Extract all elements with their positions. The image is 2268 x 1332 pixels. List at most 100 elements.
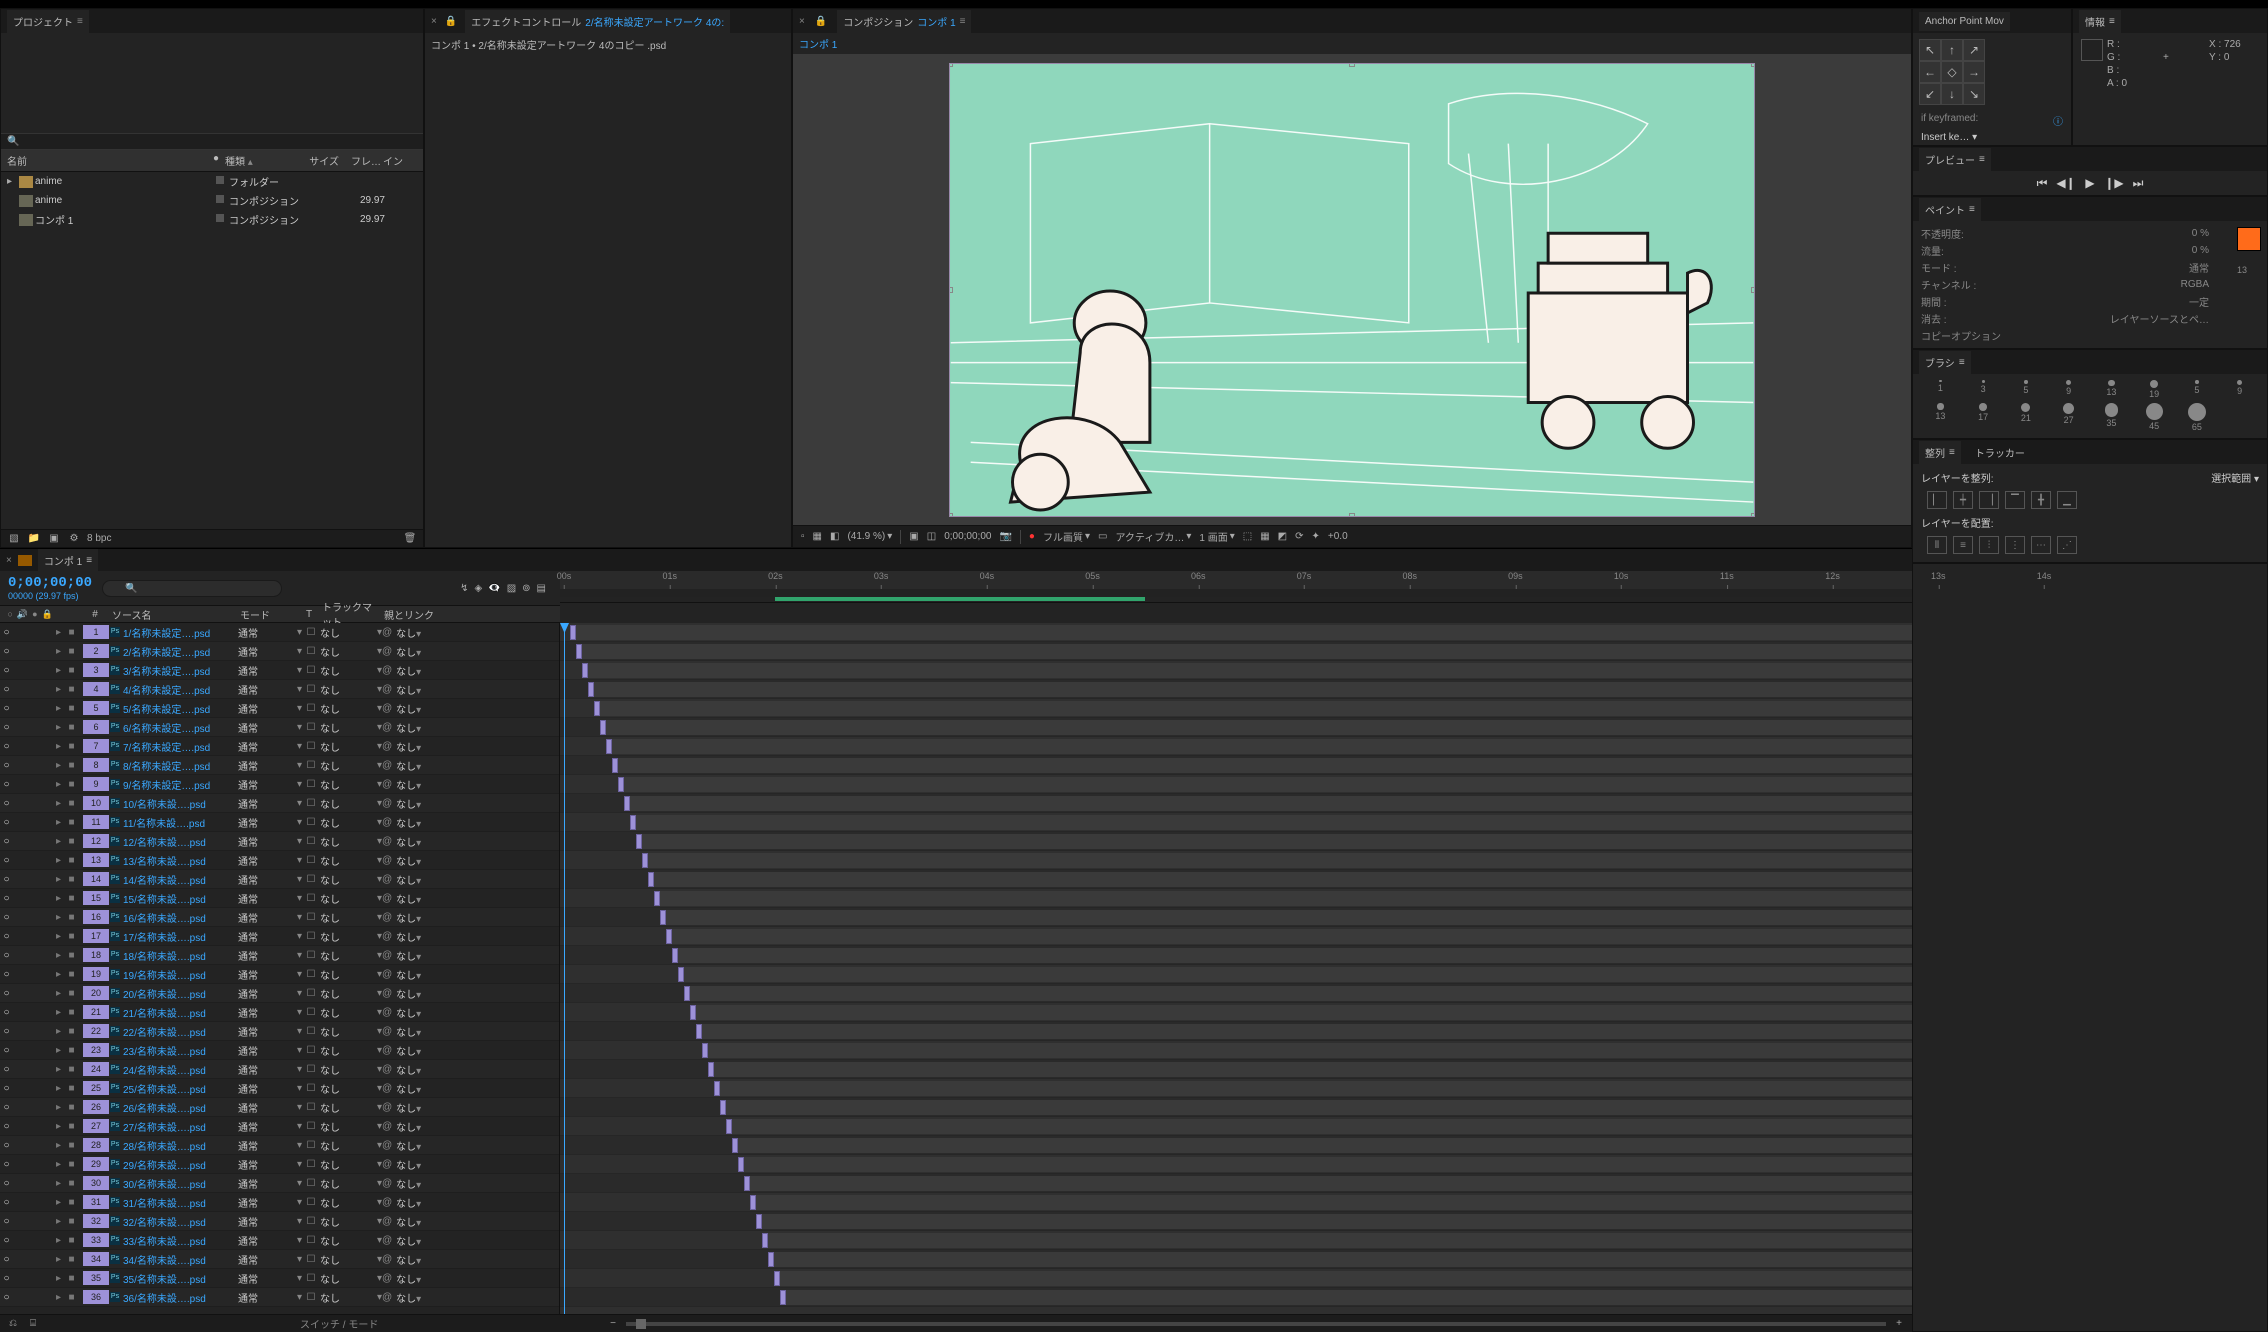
- layer-bar[interactable]: [630, 815, 636, 830]
- track-row[interactable]: [560, 1212, 1912, 1231]
- composition-breadcrumb[interactable]: コンポ 1: [793, 33, 1911, 54]
- track-row[interactable]: [560, 775, 1912, 794]
- visibility-toggle[interactable]: [0, 1159, 13, 1170]
- parent-dropdown[interactable]: @なし: [382, 701, 466, 716]
- layer-bar[interactable]: [726, 1119, 732, 1134]
- layer-source[interactable]: Ps27/名称未設….psd: [110, 1119, 238, 1134]
- track-row[interactable]: [560, 1022, 1912, 1041]
- track-matte-dropdown[interactable]: なし: [320, 663, 382, 678]
- layer-bar[interactable]: [762, 1233, 768, 1248]
- project-settings-icon[interactable]: ⚙: [67, 532, 81, 546]
- anchor-tab[interactable]: Anchor Point Mov: [1919, 12, 2010, 31]
- track-matte-dropdown[interactable]: なし: [320, 796, 382, 811]
- dist-3-icon[interactable]: ⫶: [1979, 536, 1999, 554]
- project-search-input[interactable]: [19, 136, 417, 147]
- track-matte-dropdown[interactable]: なし: [320, 739, 382, 754]
- visibility-toggle[interactable]: [0, 988, 13, 999]
- track-row[interactable]: [560, 1003, 1912, 1022]
- layer-bar[interactable]: [678, 967, 684, 982]
- composition-frame[interactable]: [949, 63, 1755, 517]
- visibility-toggle[interactable]: [0, 874, 13, 885]
- parent-dropdown[interactable]: @なし: [382, 1081, 466, 1096]
- visibility-toggle[interactable]: [0, 1026, 13, 1037]
- track-matte-dropdown[interactable]: なし: [320, 834, 382, 849]
- pickwhip-icon[interactable]: @: [382, 855, 392, 866]
- visibility-toggle[interactable]: [0, 1197, 13, 1208]
- layer-source[interactable]: Ps25/名称未設….psd: [110, 1081, 238, 1096]
- layer-bar[interactable]: [702, 1043, 708, 1058]
- shy-icon[interactable]: 👁‍🗨: [488, 583, 500, 594]
- project-tab[interactable]: プロジェクト ≡: [7, 10, 89, 33]
- dist-1-icon[interactable]: ⫴: [1927, 536, 1947, 554]
- track-row[interactable]: [560, 927, 1912, 946]
- mask-icon[interactable]: ◧: [830, 531, 839, 542]
- parent-dropdown[interactable]: @なし: [382, 644, 466, 659]
- layer-bar[interactable]: [642, 853, 648, 868]
- layer-source[interactable]: Ps31/名称未設….psd: [110, 1195, 238, 1210]
- layer-row[interactable]: ▸■ 15 Ps15/名称未設….psd 通常 ☐ なし @なし: [0, 889, 559, 908]
- bpc-indicator[interactable]: 8 bpc: [87, 533, 111, 544]
- pickwhip-icon[interactable]: @: [382, 646, 392, 657]
- toggle-switches2-icon[interactable]: ⌸: [26, 1317, 40, 1331]
- layer-source[interactable]: Ps13/名称未設….psd: [110, 853, 238, 868]
- parent-dropdown[interactable]: @なし: [382, 663, 466, 678]
- layer-source[interactable]: Ps33/名称未設….psd: [110, 1233, 238, 1248]
- pickwhip-icon[interactable]: @: [382, 1083, 392, 1094]
- layer-row[interactable]: ▸■ 21 Ps21/名称未設….psd 通常 ☐ なし @なし: [0, 1003, 559, 1022]
- track-row[interactable]: [560, 1231, 1912, 1250]
- pickwhip-icon[interactable]: @: [382, 836, 392, 847]
- dist-6-icon[interactable]: ⋰: [2057, 536, 2077, 554]
- layer-row[interactable]: ▸■ 8 Ps8/名称未設定….psd 通常 ☐ なし @なし: [0, 756, 559, 775]
- layer-source[interactable]: Ps16/名称未設….psd: [110, 910, 238, 925]
- track-row[interactable]: [560, 794, 1912, 813]
- blend-mode-dropdown[interactable]: 通常: [238, 1005, 302, 1020]
- visibility-toggle[interactable]: [0, 760, 13, 771]
- pickwhip-icon[interactable]: @: [382, 1026, 392, 1037]
- visibility-toggle[interactable]: [0, 1007, 13, 1018]
- layer-row[interactable]: ▸■ 19 Ps19/名称未設….psd 通常 ☐ なし @なし: [0, 965, 559, 984]
- align-vcenter-icon[interactable]: ╋: [2031, 491, 2051, 509]
- track-matte-dropdown[interactable]: なし: [320, 910, 382, 925]
- blend-mode-dropdown[interactable]: 通常: [238, 986, 302, 1001]
- anchor-cell[interactable]: ↘: [1963, 83, 1985, 105]
- project-item[interactable]: コンポ 1 コンポジション 29.97: [1, 210, 423, 229]
- track-matte-dropdown[interactable]: なし: [320, 682, 382, 697]
- blend-mode-dropdown[interactable]: 通常: [238, 1214, 302, 1229]
- lock-icon[interactable]: 🔒: [815, 16, 827, 27]
- layer-row[interactable]: ▸■ 23 Ps23/名称未設….psd 通常 ☐ なし @なし: [0, 1041, 559, 1060]
- brush-preset[interactable]: 35: [2092, 403, 2131, 432]
- visibility-toggle[interactable]: [0, 1292, 13, 1303]
- snapshot-icon[interactable]: 📷: [999, 531, 1011, 542]
- track-matte-dropdown[interactable]: なし: [320, 986, 382, 1001]
- brush-preset[interactable]: 45: [2135, 403, 2174, 432]
- blend-mode-dropdown[interactable]: 通常: [238, 1252, 302, 1267]
- brush-preset[interactable]: 65: [2178, 403, 2217, 432]
- pickwhip-icon[interactable]: @: [382, 893, 392, 904]
- visibility-toggle[interactable]: [0, 1140, 13, 1151]
- layer-bar[interactable]: [612, 758, 618, 773]
- layer-source[interactable]: Ps18/名称未設….psd: [110, 948, 238, 963]
- anchor-point-grid[interactable]: ↖↑↗←◇→↙↓↘: [1919, 39, 2065, 105]
- pickwhip-icon[interactable]: @: [382, 1007, 392, 1018]
- track-row[interactable]: [560, 832, 1912, 851]
- pickwhip-icon[interactable]: @: [382, 722, 392, 733]
- align-hcenter-icon[interactable]: ┿: [1953, 491, 1973, 509]
- blend-mode-dropdown[interactable]: 通常: [238, 853, 302, 868]
- track-matte-dropdown[interactable]: なし: [320, 1290, 382, 1305]
- blend-mode-dropdown[interactable]: 通常: [238, 739, 302, 754]
- grid-icon[interactable]: ▦: [813, 531, 822, 542]
- composition-tab[interactable]: コンポジション コンポ 1 ≡: [837, 10, 971, 33]
- anchor-cell[interactable]: ↗: [1963, 39, 1985, 61]
- exposure-value[interactable]: +0.0: [1328, 531, 1348, 542]
- track-matte-dropdown[interactable]: なし: [320, 758, 382, 773]
- layer-bar[interactable]: [750, 1195, 756, 1210]
- track-matte-dropdown[interactable]: なし: [320, 872, 382, 887]
- layer-row[interactable]: ▸■ 30 Ps30/名称未設….psd 通常 ☐ なし @なし: [0, 1174, 559, 1193]
- parent-dropdown[interactable]: @なし: [382, 682, 466, 697]
- layer-bar[interactable]: [696, 1024, 702, 1039]
- layer-row[interactable]: ▸■ 10 Ps10/名称未設….psd 通常 ☐ なし @なし: [0, 794, 559, 813]
- layer-bar[interactable]: [660, 910, 666, 925]
- layer-bar[interactable]: [774, 1271, 780, 1286]
- pickwhip-icon[interactable]: @: [382, 1140, 392, 1151]
- layer-source[interactable]: Ps30/名称未設….psd: [110, 1176, 238, 1191]
